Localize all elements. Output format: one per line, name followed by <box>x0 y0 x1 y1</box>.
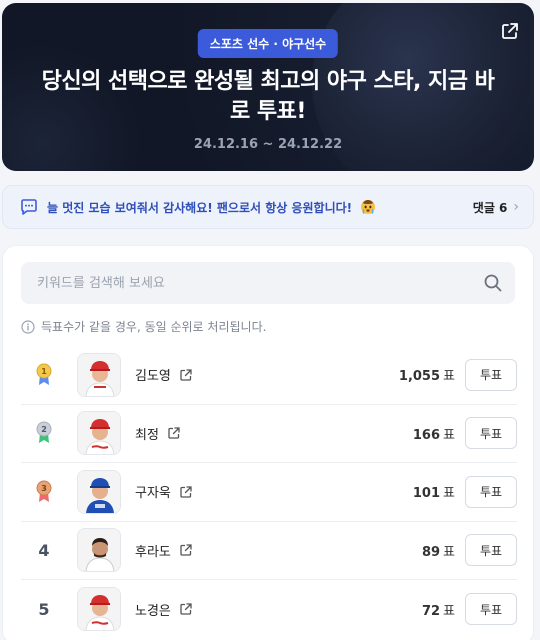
rank-number: 5 <box>38 599 50 619</box>
vote-button[interactable]: 투표 <box>465 593 517 626</box>
silver-medal-icon: 2 <box>36 421 52 444</box>
vote-number: 166 <box>412 427 441 443</box>
rank-cell: 3 <box>21 480 67 504</box>
ranking-row: 3 구자욱 101 표 투표 <box>21 463 517 522</box>
rank-number: 4 <box>38 540 50 560</box>
rank-cell: 2 <box>21 421 67 445</box>
vote-unit: 표 <box>443 486 455 502</box>
ranking-card: 득표수가 같을 경우, 동일 순위로 처리됩니다. 1 <box>2 245 534 640</box>
player-photo <box>77 469 121 514</box>
vote-count: 72 표 <box>422 600 455 619</box>
bronze-medal-icon: 3 <box>36 480 52 502</box>
crying-emoji-icon <box>361 199 376 214</box>
vote-count: 101 표 <box>413 482 455 501</box>
notice-text: 득표수가 같을 경우, 동일 순위로 처리됩니다. <box>41 320 267 334</box>
external-link-icon[interactable] <box>179 543 193 557</box>
vote-unit: 표 <box>443 369 455 385</box>
comment-text: 늘 멋진 모습 보여줘서 감사해요! 팬으로서 항상 응원합니다! <box>47 200 353 215</box>
player-name-link[interactable]: 김도영 <box>135 365 193 384</box>
external-link-icon[interactable] <box>179 602 193 616</box>
vote-count: 1,055 표 <box>399 365 455 384</box>
player-name: 구자욱 <box>135 486 171 502</box>
vote-number: 72 <box>421 603 441 619</box>
player-photo <box>77 352 121 397</box>
info-icon <box>21 319 35 334</box>
medal-rank: 3 <box>41 484 47 493</box>
rank-cell: 1 <box>21 363 67 387</box>
hero-banner: 스포츠 선수 · 야구선수 당신의 선택으로 완성될 최고의 야구 스타, 지금… <box>2 3 534 171</box>
poll-period: 24.12.16 ~ 24.12.22 <box>193 137 343 152</box>
comment-preview: 늘 멋진 모습 보여줘서 감사해요! 팬으로서 항상 응원합니다! <box>47 199 473 216</box>
player-name: 최정 <box>135 427 159 443</box>
ranking-row: 5 노경은 72 표 투표 <box>21 580 517 639</box>
vote-count: 89 표 <box>422 541 455 560</box>
vote-number: 1,055 <box>398 369 441 385</box>
external-link-icon[interactable] <box>179 368 193 382</box>
external-link-icon[interactable] <box>167 426 181 440</box>
vote-number: 89 <box>421 544 441 560</box>
player-photo <box>77 411 121 456</box>
player-name-link[interactable]: 구자욱 <box>135 482 193 501</box>
poll-title: 당신의 선택으로 완성될 최고의 야구 스타, 지금 바로 투표! <box>41 69 495 124</box>
vote-button[interactable]: 투표 <box>465 358 517 391</box>
search-icon[interactable] <box>483 273 503 293</box>
medal-rank: 1 <box>41 367 47 376</box>
comment-bar[interactable]: 늘 멋진 모습 보여줘서 감사해요! 팬으로서 항상 응원합니다! 댓글 6 › <box>2 185 534 229</box>
tie-notice: 득표수가 같을 경우, 동일 순위로 처리됩니다. <box>21 318 266 335</box>
vote-unit: 표 <box>443 427 455 443</box>
ranking-row: 2 최정 166 표 투표 <box>21 405 517 463</box>
page: 스포츠 선수 · 야구선수 당신의 선택으로 완성될 최고의 야구 스타, 지금… <box>0 0 540 640</box>
search-input[interactable] <box>37 275 483 291</box>
share-icon[interactable] <box>500 21 520 41</box>
vote-button[interactable]: 투표 <box>465 417 517 450</box>
vote-unit: 표 <box>443 603 455 619</box>
vote-unit: 표 <box>443 544 455 560</box>
player-name-link[interactable]: 노경은 <box>135 600 193 619</box>
medal-rank: 2 <box>41 425 47 434</box>
player-name-link[interactable]: 후라도 <box>135 541 193 560</box>
category-badge: 스포츠 선수 · 야구선수 <box>197 29 339 58</box>
player-name: 노경은 <box>135 603 171 619</box>
player-name: 후라도 <box>135 544 171 560</box>
ranking-row: 1 김도영 1,055 표 투표 <box>21 346 517 405</box>
vote-count: 166 표 <box>413 424 455 443</box>
ranking-list: 1 김도영 1,055 표 투표 2 최정 166 표 투표 3 구자욱 101… <box>21 346 517 639</box>
player-name: 김도영 <box>135 369 171 385</box>
chevron-right-icon: › <box>513 199 519 215</box>
player-photo <box>77 528 121 573</box>
chat-icon <box>21 199 37 215</box>
player-photo <box>77 587 121 632</box>
external-link-icon[interactable] <box>179 485 193 499</box>
gold-medal-icon: 1 <box>36 363 52 385</box>
search-box <box>21 262 515 304</box>
vote-button[interactable]: 투표 <box>465 475 517 508</box>
vote-number: 101 <box>412 486 441 502</box>
ranking-row: 4 후라도 89 표 투표 <box>21 522 517 580</box>
player-name-link[interactable]: 최정 <box>135 424 181 443</box>
comment-count: 댓글 6 <box>472 200 508 215</box>
vote-button[interactable]: 투표 <box>465 534 517 567</box>
